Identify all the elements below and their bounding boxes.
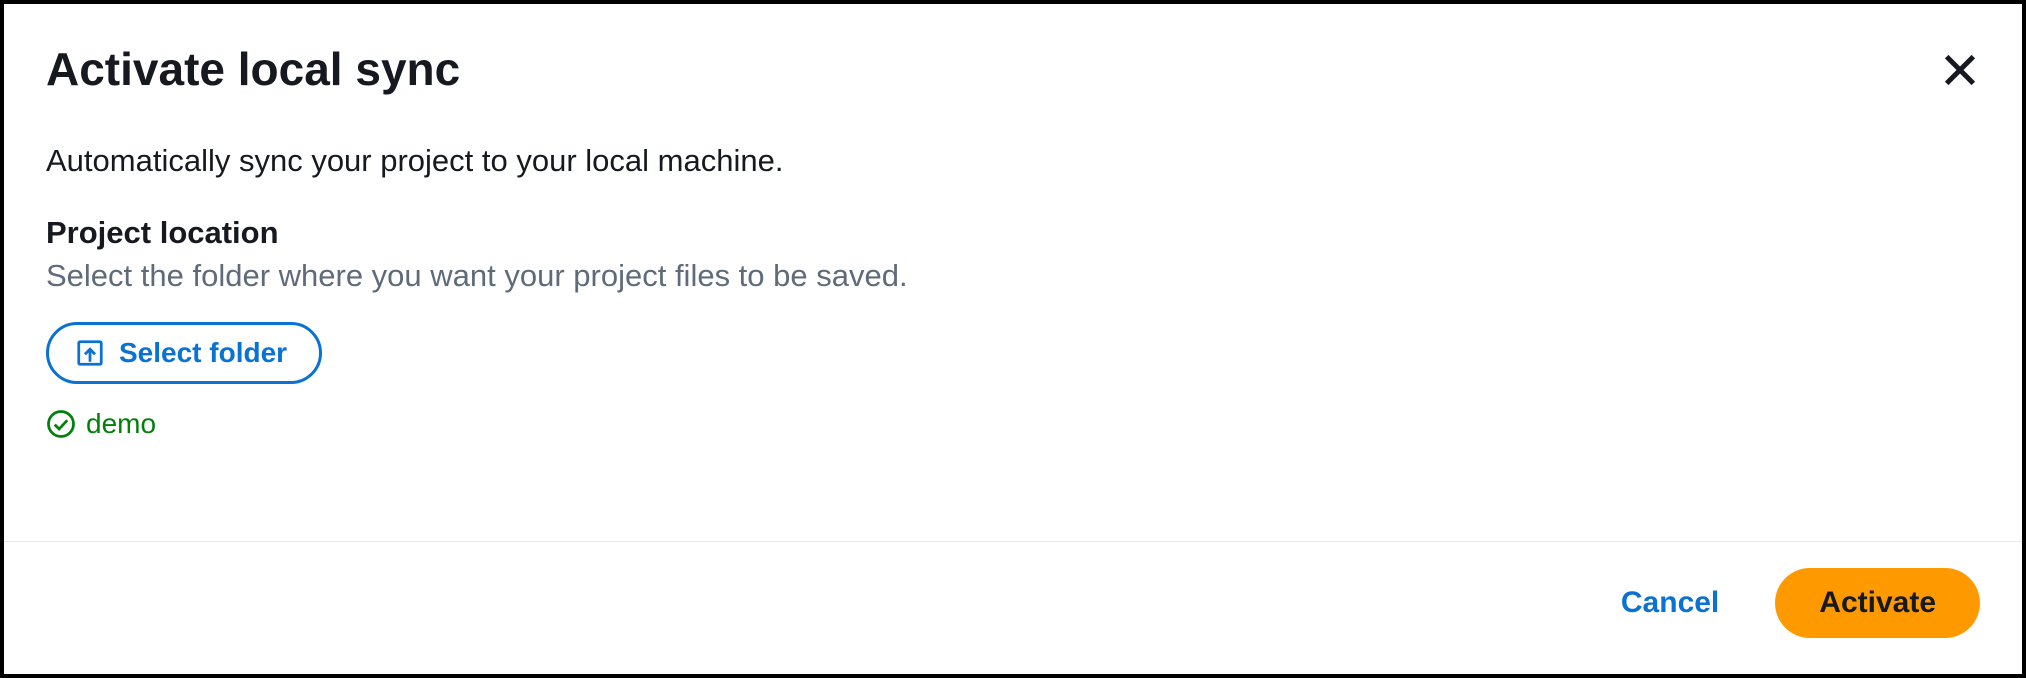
select-folder-button[interactable]: Select folder [46,322,322,384]
close-icon [1940,50,1980,90]
dialog-title: Activate local sync [46,42,460,97]
selected-folder-status: demo [46,408,1980,440]
project-location-hint: Select the folder where you want your pr… [46,255,1980,297]
upload-folder-icon [75,338,105,368]
project-location-label: Project location [46,215,1980,251]
close-button[interactable] [1936,46,1984,97]
dialog-description: Automatically sync your project to your … [46,139,1980,182]
activate-local-sync-dialog: Activate local sync Automatically sync y… [0,0,2026,678]
cancel-button[interactable]: Cancel [1613,574,1727,632]
dialog-footer: Cancel Activate [4,541,2022,674]
check-circle-icon [46,409,76,439]
dialog-header: Activate local sync [46,42,1980,97]
select-folder-label: Select folder [119,337,287,369]
activate-button[interactable]: Activate [1775,568,1980,638]
dialog-body: Activate local sync Automatically sync y… [4,4,2022,541]
selected-folder-name: demo [86,408,156,440]
